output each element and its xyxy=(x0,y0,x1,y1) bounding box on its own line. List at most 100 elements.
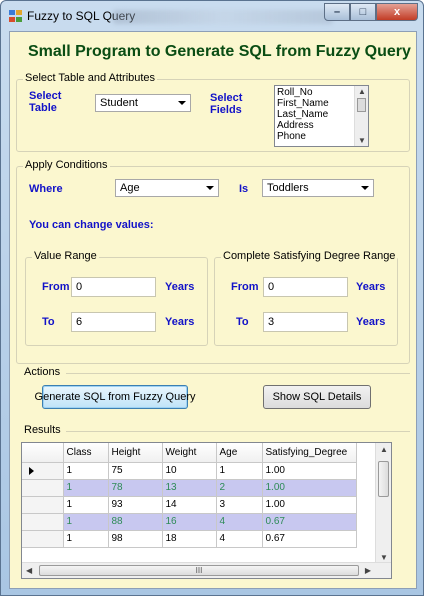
grid-horizontal-thumb[interactable]: III xyxy=(39,565,359,576)
table-cell[interactable]: 10 xyxy=(162,462,217,480)
chevron-down-icon xyxy=(178,101,186,105)
table-cell[interactable]: 1 xyxy=(63,479,109,497)
blurred-titlebar-area xyxy=(113,10,333,24)
table-cell[interactable]: 78 xyxy=(108,479,163,497)
row-header[interactable] xyxy=(22,513,64,531)
table-cell[interactable]: 4 xyxy=(216,530,263,548)
scroll-grip-icon: III xyxy=(195,566,203,575)
where-attribute-select[interactable]: Age xyxy=(115,179,219,197)
table-cell[interactable]: 1 xyxy=(216,462,263,480)
grid-vertical-scrollbar[interactable]: ▲ ▼ xyxy=(375,443,391,564)
table-cell[interactable]: 2 xyxy=(216,479,263,497)
grid-horizontal-scrollbar[interactable]: ◀ III ▶ xyxy=(22,562,391,578)
row-header[interactable] xyxy=(22,496,64,514)
list-item[interactable]: Roll_No xyxy=(277,87,329,98)
minimize-icon: – xyxy=(333,6,341,18)
form-client-area: Small Program to Generate SQL from Fuzzy… xyxy=(9,31,417,589)
grid-vertical-thumb[interactable] xyxy=(378,461,389,497)
scroll-up-icon[interactable]: ▲ xyxy=(380,445,388,454)
table-select[interactable]: Student xyxy=(95,94,191,112)
change-values-hint: You can change values: xyxy=(29,219,154,231)
table-cell[interactable]: 1.00 xyxy=(262,479,357,497)
column-header[interactable]: Height xyxy=(108,443,163,463)
conditions-legend: Apply Conditions xyxy=(23,159,110,171)
table-cell[interactable]: 1 xyxy=(63,462,109,480)
degree-to-unit: Years xyxy=(356,316,386,328)
degree-from-input[interactable]: 0 xyxy=(263,277,348,297)
conditions-group: Apply Conditions Where Age Is Toddlers Y… xyxy=(16,159,410,364)
scroll-down-icon[interactable]: ▼ xyxy=(380,553,388,562)
chevron-down-icon xyxy=(361,186,369,190)
degree-from-unit: Years xyxy=(356,281,386,293)
table-cell[interactable]: 4 xyxy=(216,513,263,531)
table-cell[interactable]: 14 xyxy=(162,496,217,514)
actions-divider xyxy=(66,373,410,374)
row-header[interactable] xyxy=(22,462,64,480)
is-label: Is xyxy=(239,183,249,195)
results-grid[interactable]: Class Height Weight Age Satisfying_Degree 17… xyxy=(21,442,392,579)
value-from-input[interactable]: 0 xyxy=(71,277,156,297)
scroll-thumb[interactable] xyxy=(357,98,366,112)
minimize-button[interactable]: – xyxy=(324,3,350,21)
title-bar[interactable]: Fuzzy to SQL Query – □ x xyxy=(1,1,423,31)
page-title: Small Program to Generate SQL from Fuzzy… xyxy=(28,43,411,60)
generate-sql-button[interactable]: Generate SQL from Fuzzy Query xyxy=(35,385,196,409)
value-range-legend: Value Range xyxy=(32,250,99,262)
column-header[interactable]: Class xyxy=(63,443,109,463)
list-item[interactable]: Last_Name xyxy=(277,109,329,120)
close-button[interactable]: x xyxy=(376,3,418,21)
table-cell[interactable]: 3 xyxy=(216,496,263,514)
column-header[interactable]: Satisfying_Degree xyxy=(262,443,357,463)
scroll-up-icon[interactable]: ▲ xyxy=(358,87,366,96)
value-to-label: To xyxy=(42,316,55,328)
maximize-button[interactable]: □ xyxy=(350,3,376,21)
list-item[interactable]: Address xyxy=(277,120,329,131)
degree-range-legend: Complete Satisfying Degree Range xyxy=(221,250,398,262)
table-cell[interactable]: 75 xyxy=(108,462,163,480)
table-cell[interactable]: 1.00 xyxy=(262,462,357,480)
table-row[interactable]: 1 78 13 2 1.00 xyxy=(22,479,357,497)
scroll-down-icon[interactable]: ▼ xyxy=(358,136,366,145)
table-cell[interactable]: 1 xyxy=(63,513,109,531)
app-window: Fuzzy to SQL Query – □ x Small Program t… xyxy=(0,0,424,596)
scroll-right-icon[interactable]: ▶ xyxy=(365,566,371,575)
table-cell[interactable]: 0.67 xyxy=(262,530,357,548)
table-cell[interactable]: 88 xyxy=(108,513,163,531)
actions-label: Actions xyxy=(24,366,61,378)
fields-listbox[interactable]: Roll_No First_Name Last_Name Address Phone ▲… xyxy=(274,85,369,147)
table-cell[interactable]: 18 xyxy=(162,530,217,548)
column-header[interactable]: Age xyxy=(216,443,263,463)
listbox-scrollbar[interactable]: ▲ ▼ xyxy=(354,86,368,146)
column-header[interactable]: Weight xyxy=(162,443,217,463)
show-sql-details-button[interactable]: Show SQL Details xyxy=(263,385,371,409)
degree-from-label: From xyxy=(231,281,259,293)
degree-to-input[interactable]: 3 xyxy=(263,312,348,332)
results-divider xyxy=(66,431,410,432)
where-label: Where xyxy=(29,183,63,195)
select-table-group: Select Table and Attributes Select Table… xyxy=(16,72,410,152)
table-row[interactable]: 1 75 10 1 1.00 xyxy=(22,462,357,480)
table-cell[interactable]: 0.67 xyxy=(262,513,357,531)
scroll-left-icon[interactable]: ◀ xyxy=(26,566,32,575)
table-cell[interactable]: 98 xyxy=(108,530,163,548)
row-header[interactable] xyxy=(22,479,64,497)
row-header[interactable] xyxy=(22,530,64,548)
table-cell[interactable]: 16 xyxy=(162,513,217,531)
table-row[interactable]: 1 98 18 4 0.67 xyxy=(22,530,357,548)
table-cell[interactable]: 13 xyxy=(162,479,217,497)
table-cell[interactable]: 1.00 xyxy=(262,496,357,514)
table-cell[interactable]: 93 xyxy=(108,496,163,514)
fields-list: Roll_No First_Name Last_Name Address Phone xyxy=(277,87,329,142)
value-to-input[interactable]: 6 xyxy=(71,312,156,332)
list-item[interactable]: Phone xyxy=(277,131,329,142)
value-range-group: Value Range From 0 Years To 6 Years xyxy=(25,250,208,346)
is-value-select[interactable]: Toddlers xyxy=(262,179,374,197)
list-item[interactable]: First_Name xyxy=(277,98,329,109)
maximize-icon: □ xyxy=(359,6,367,18)
table-row[interactable]: 1 93 14 3 1.00 xyxy=(22,496,357,514)
current-row-icon xyxy=(29,466,34,475)
table-row[interactable]: 1 88 16 4 0.67 xyxy=(22,513,357,531)
table-cell[interactable]: 1 xyxy=(63,496,109,514)
select-table-label: Select Table xyxy=(29,90,62,114)
table-cell[interactable]: 1 xyxy=(63,530,109,548)
